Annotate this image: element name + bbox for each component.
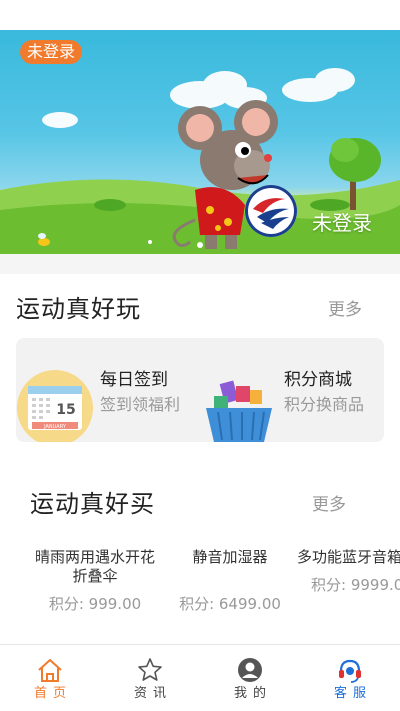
product-name: 静音加湿器 [192,548,268,566]
calendar-month: JANUARY [43,424,67,430]
more-link-play[interactable]: 更多 [328,299,362,321]
tab-home[interactable]: 首页 [0,645,100,711]
feature-subtitle: 签到领福利 [100,395,181,414]
section-title-buy: 运动真好买 [30,490,155,518]
calendar-day: 15 [56,402,75,418]
feature-title: 每日签到 [100,370,168,390]
tab-label: 资讯 [133,686,172,701]
home-icon [38,659,62,682]
product-name: 晴雨两用遇水开花折叠伞 [34,548,155,585]
product-card[interactable]: 多功能蓝牙音箱钟 积分: 9999.00 [295,548,400,595]
product-list: 晴雨两用遇水开花折叠伞 积分: 999.00 静音加湿器 积分: 6499.00… [0,548,400,628]
points-mall-card[interactable]: 积分商城 积分换商品 [200,338,384,442]
section-divider [0,254,400,274]
tab-service[interactable]: 客服 [300,645,400,711]
tab-profile[interactable]: 我的 [200,645,300,711]
user-icon [238,658,262,682]
daily-checkin-card[interactable]: 15 JANUARY 每日签到 签到领福利 [16,338,200,446]
product-price: 积分: 999.00 [48,595,142,613]
more-link-buy[interactable]: 更多 [312,494,346,516]
tab-label: 我的 [233,686,272,701]
feature-subtitle: 积分换商品 [284,395,365,414]
product-card[interactable]: 静音加湿器 积分: 6499.00 [165,548,295,614]
star-icon [138,658,162,681]
feature-title: 积分商城 [284,370,352,390]
banner-login-label[interactable]: 未登录 [312,211,372,235]
status-bar [0,0,400,30]
login-status-badge[interactable]: 未登录 [20,40,83,64]
tab-news[interactable]: 资讯 [100,645,200,711]
tab-label: 客服 [333,686,372,701]
calendar-icon: 15 JANUARY [16,368,94,446]
headset-icon [339,659,361,683]
shopping-basket-icon [200,368,278,442]
tab-label: 首页 [33,686,72,701]
feature-row: 15 JANUARY 每日签到 签到领福利 积分商城 积分换商品 [16,338,384,446]
product-price: 积分: 9999.00 [311,576,400,594]
bottom-tab-bar: 首页 资讯 我的 客服 [0,644,400,711]
section-title-play: 运动真好玩 [16,295,141,323]
product-name: 多功能蓝牙音箱钟 [297,548,400,566]
product-price: 积分: 6499.00 [179,595,281,613]
brand-logo-icon [245,185,297,237]
banner[interactable]: 未登录 未登录 [0,30,400,254]
product-card[interactable]: 晴雨两用遇水开花折叠伞 积分: 999.00 [30,548,160,614]
